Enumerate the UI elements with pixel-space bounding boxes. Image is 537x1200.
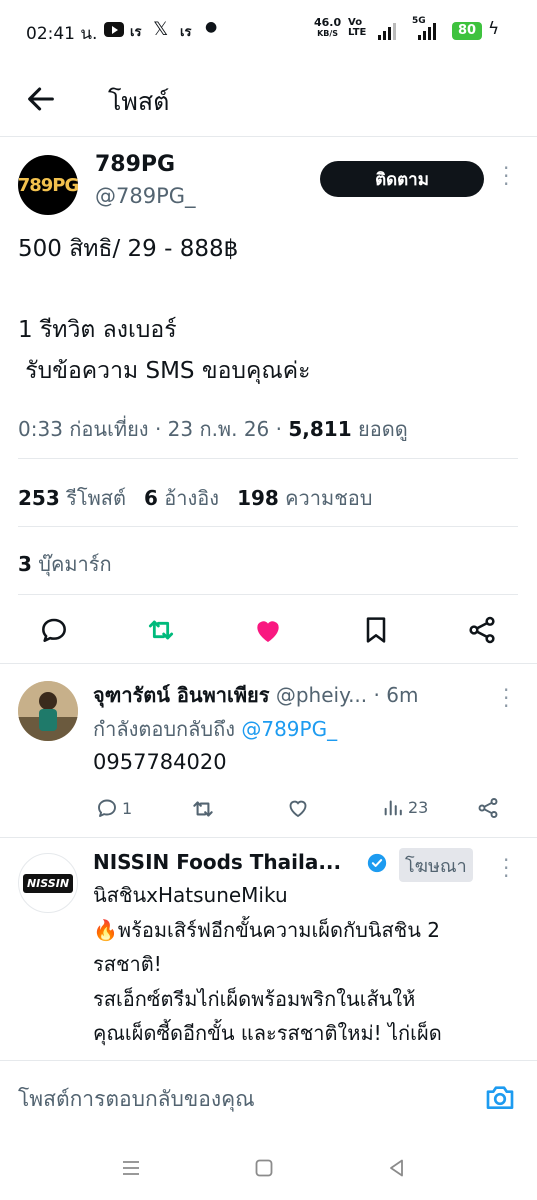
divider: [0, 837, 537, 838]
reply-composer[interactable]: โพสต์การตอบกลับของคุณ: [0, 1060, 537, 1136]
reply-header: จุฑารัตน์ อินพาเพียร @pheiy... · 6m: [93, 679, 418, 711]
post-text-line: 1 รีทวิต ลงเบอร์: [18, 317, 177, 343]
reply-repost-button[interactable]: [190, 796, 216, 822]
status-time: 02:41 น.: [26, 24, 98, 44]
ad-avatar[interactable]: NISSIN: [18, 853, 78, 913]
more-options-icon[interactable]: · · ·: [503, 680, 509, 716]
bookmark-icon[interactable]: [360, 614, 392, 646]
x-icon: 𝕏: [153, 18, 169, 40]
reply-share-button[interactable]: [476, 796, 500, 820]
rs-icon: เร: [130, 25, 142, 40]
bookmark-stats[interactable]: 3 บุ๊คมาร์ก: [18, 548, 112, 580]
replying-to-link[interactable]: @789PG_: [241, 717, 337, 741]
author-handle[interactable]: @789PG_: [95, 184, 196, 208]
bookmark-label: บุ๊คมาร์ก: [38, 552, 112, 576]
reply-time: 6m: [386, 683, 419, 707]
repost-icon[interactable]: [145, 614, 177, 646]
rs-icon: เร: [180, 25, 192, 40]
status-bar: 02:41 น. เร 𝕏 เร ● 46.0 KB/S Vo LTE 5G 80…: [0, 0, 537, 62]
ad-text-line: รสชาติ!: [93, 952, 162, 976]
reply-like-button[interactable]: [286, 796, 310, 820]
repost-label[interactable]: รีโพสต์: [66, 482, 126, 514]
reply-view-count: 23: [408, 797, 429, 817]
quote-label[interactable]: อ้างอิง: [164, 482, 219, 514]
ad-avatar-text: NISSIN: [22, 873, 74, 893]
top-bar: โพสต์: [0, 62, 537, 134]
view-label: ยอดดู: [357, 417, 408, 441]
divider: [0, 136, 537, 137]
repost-icon: [193, 801, 213, 817]
post-text-line: รับข้อความ SMS ขอบคุณค่ะ: [18, 358, 311, 384]
ad-text-line: คุณเผ็ดซี้ดอีกขั้น และรสชาติใหม่! ไก่เผ็…: [93, 1021, 442, 1045]
like-label[interactable]: ความชอบ: [285, 482, 372, 514]
share-icon: [478, 798, 498, 818]
reply-views-button[interactable]: 23: [382, 796, 428, 818]
replying-label: กำลังตอบกลับถึง: [93, 717, 235, 741]
like-icon: [289, 800, 307, 818]
post-actions: [0, 606, 537, 654]
post-meta: 0:33 ก่อนเที่ยง · 23 ก.พ. 26 · 5,811 ยอด…: [18, 417, 408, 441]
post-date: 23 ก.พ. 26: [167, 417, 270, 441]
reply-input-placeholder[interactable]: โพสต์การตอบกลับของคุณ: [18, 1083, 255, 1116]
home-icon[interactable]: [252, 1156, 276, 1180]
author-name[interactable]: 789PG: [95, 152, 175, 177]
reply-count: 1: [122, 798, 133, 818]
quote-count[interactable]: 6: [144, 486, 158, 510]
like-count[interactable]: 198: [237, 486, 279, 510]
reply-reply-button[interactable]: 1: [95, 796, 132, 820]
reply-actions: 1 23: [0, 792, 537, 826]
replying-to: กำลังตอบกลับถึง @789PG_: [93, 713, 337, 745]
ad-badge: โฆษณา: [399, 848, 473, 882]
system-nav-bar: [0, 1136, 537, 1200]
reply-author-name[interactable]: จุฑารัตน์ อินพาเพียร: [93, 679, 270, 711]
charging-icon: ϟ: [488, 19, 500, 39]
bookmark-count: 3: [18, 552, 32, 576]
battery-icon: 80: [452, 22, 482, 40]
youtube-icon: [104, 22, 124, 37]
net-speed-unit: KB/S: [317, 29, 339, 38]
more-options-icon[interactable]: · · ·: [503, 158, 509, 194]
net-speed-value: 46.0: [314, 16, 342, 29]
divider: [0, 663, 537, 664]
ad-text-line: นิสชินxHatsuneMiku: [93, 883, 288, 907]
divider: [18, 526, 518, 527]
ad-author-name[interactable]: NISSIN Foods Thaila...: [93, 850, 341, 874]
share-icon[interactable]: [466, 614, 498, 646]
post-time: 0:33 ก่อนเที่ยง: [18, 417, 149, 441]
reply-avatar[interactable]: [18, 681, 78, 741]
verified-badge-icon: [367, 853, 387, 873]
signal-icon: [378, 22, 400, 40]
follow-button[interactable]: ติดตาม: [320, 161, 484, 197]
page-title: โพสต์: [108, 87, 170, 116]
reply-icon[interactable]: [38, 614, 70, 646]
reply-text: 0957784020: [93, 750, 227, 774]
avatar-logo-text: 789PG: [17, 174, 80, 196]
like-icon[interactable]: [252, 614, 284, 646]
net-speed: 46.0 KB/S: [314, 16, 342, 39]
volte-indicator: Vo LTE: [348, 17, 367, 38]
post-text-line: 500 สิทธิ/ 29 - 888฿: [18, 236, 239, 262]
divider: [18, 594, 518, 595]
back-arrow-icon[interactable]: [24, 82, 58, 116]
back-icon[interactable]: [385, 1156, 409, 1180]
view-count: 5,811: [288, 417, 352, 441]
post-stats: 253 รีโพสต์ 6 อ้างอิง 198 ความชอบ: [18, 482, 390, 514]
reply-author-handle[interactable]: @pheiy...: [276, 683, 367, 707]
signal-icon: [418, 22, 440, 40]
views-icon: [384, 800, 402, 816]
repost-count[interactable]: 253: [18, 486, 60, 510]
ad-text-line: 🔥พร้อมเสิร์ฟอีกขั้นความเผ็ดกับนิสชิน 2: [93, 918, 441, 942]
more-options-icon[interactable]: · · ·: [503, 850, 509, 886]
ad-text-line: รสเอ็กซ์ตรีมไก่เผ็ดพร้อมพริกในเส้นให้: [93, 987, 416, 1011]
reply-icon: [98, 799, 116, 817]
camera-icon[interactable]: [484, 1081, 516, 1113]
dot-icon: ●: [205, 19, 218, 35]
divider: [18, 458, 518, 459]
menu-icon[interactable]: [119, 1156, 143, 1180]
author-avatar[interactable]: 789PG: [17, 155, 80, 215]
